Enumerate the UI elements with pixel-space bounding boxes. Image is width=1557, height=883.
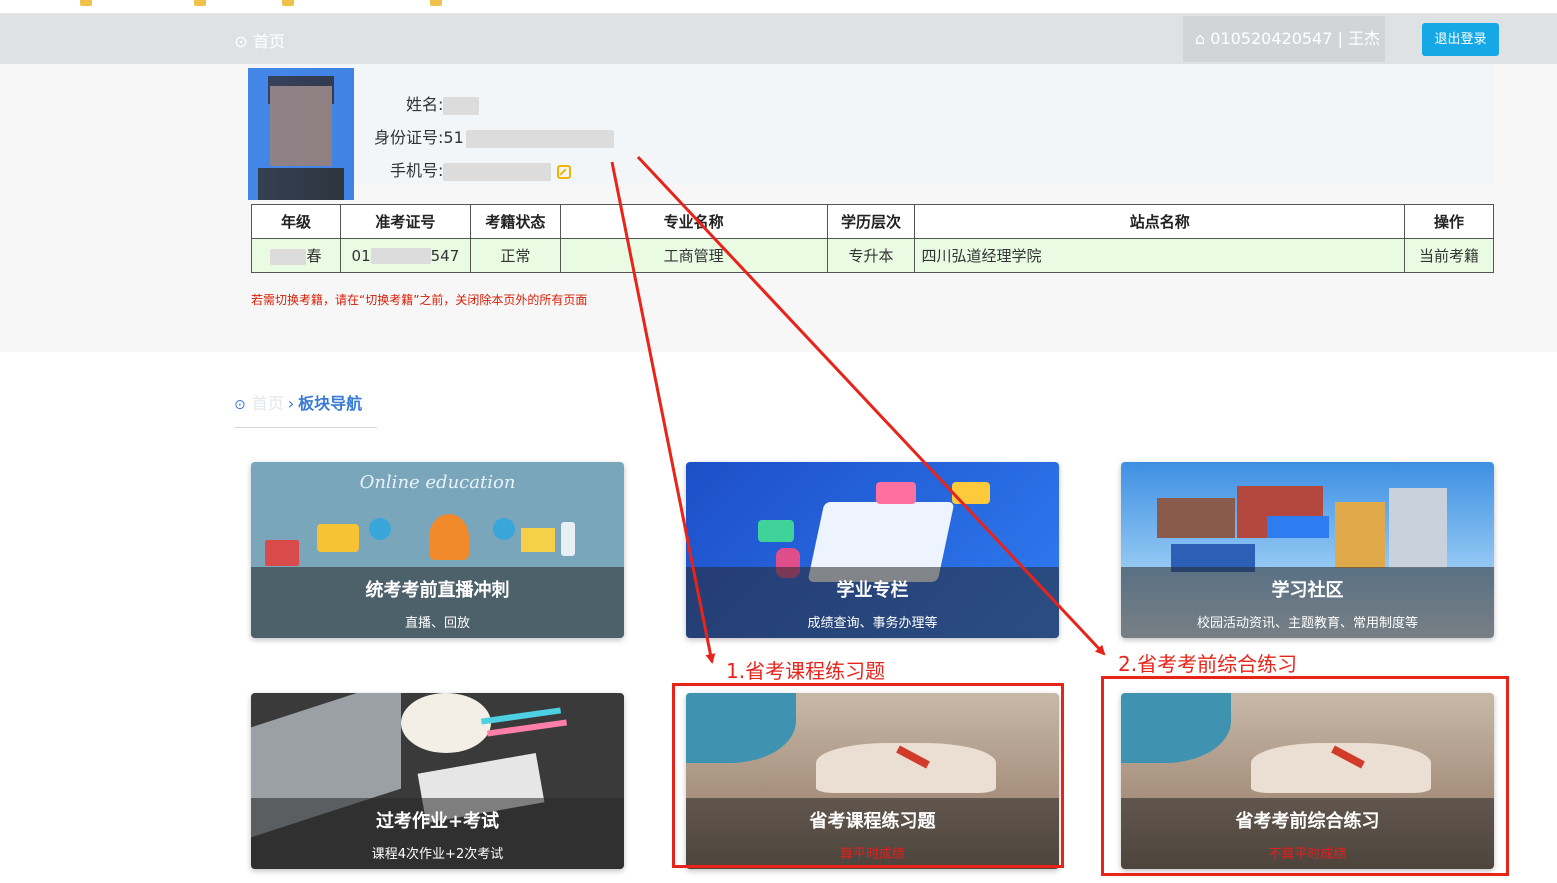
section-divider	[234, 427, 377, 428]
location-pin-icon: ⊙	[234, 397, 246, 413]
user-info-box: ⌂ 010520420547 | 王杰	[1183, 16, 1385, 62]
coffee-cup-illustration	[401, 693, 491, 753]
folder-icon	[194, 0, 206, 6]
bookmarks-bar	[0, 0, 1557, 14]
table-header-row: 年级 准考证号 考籍状态 专业名称 学历层次 站点名称 操作	[251, 204, 1494, 239]
table-row: 春 01 547 正常 工商管理 专升本 四川弘道经理学院 当前考籍	[251, 238, 1494, 273]
card-live-sprint[interactable]: Online education 统考考前直播冲刺 直播、回放	[251, 462, 624, 638]
bookmark-folder[interactable]	[194, 0, 212, 7]
col-site: 站点名称	[914, 204, 1405, 239]
col-grade: 年级	[251, 204, 341, 239]
col-level: 学历层次	[826, 204, 916, 239]
bookmark-folder[interactable]	[430, 0, 448, 7]
edit-icon[interactable]	[557, 164, 572, 179]
logout-button[interactable]: 退出登录	[1422, 23, 1499, 56]
breadcrumb-separator: ›	[287, 394, 295, 413]
card-subtitle: 校园活动资讯、主题教育、常用制度等	[1196, 616, 1418, 631]
card-homework-exam[interactable]: 过考作业+考试 课程4次作业+2次考试	[251, 693, 624, 869]
folder-icon	[430, 0, 442, 6]
card-title: 学习社区	[1271, 580, 1344, 601]
card-subtitle: 成绩查询、事务办理等	[807, 616, 938, 631]
card-subtitle: 直播、回放	[404, 616, 470, 631]
col-major: 专业名称	[559, 204, 828, 239]
card-title: 学业专栏	[836, 580, 909, 601]
top-header: ⊙ 首页 ⌂ 010520420547 | 王杰 退出登录	[0, 14, 1557, 64]
folder-icon	[282, 0, 294, 6]
card-title: 过考作业+考试	[375, 811, 500, 832]
home-icon: ⌂	[1195, 29, 1211, 48]
folder-icon	[80, 0, 92, 6]
user-info-label: 010520420547 | 王杰	[1210, 29, 1380, 48]
student-figure-illustration	[429, 514, 469, 560]
clock-tower-photo	[1389, 488, 1447, 568]
name-row: 姓名:	[406, 91, 480, 115]
card-academic-column[interactable]: 学业专栏 成绩查询、事务办理等	[686, 462, 1059, 638]
annotation-label-2: 2.省考考前综合练习	[1118, 652, 1298, 676]
campus-photo	[1335, 502, 1385, 568]
switch-notice: 若需切换考籍，请在“切换考籍”之前，关闭除本页外的所有页面	[251, 293, 588, 307]
card-learning-community[interactable]: 学习社区 校园活动资讯、主题教育、常用制度等	[1121, 462, 1494, 638]
breadcrumb-home-link[interactable]: 首页	[252, 394, 284, 413]
name-value-blurred	[443, 96, 480, 115]
grade-suffix: 春	[306, 247, 322, 265]
header-breadcrumb-label: 首页	[253, 32, 286, 51]
cell-status: 正常	[469, 238, 561, 273]
exam-no-suffix: 547	[430, 246, 460, 265]
header-breadcrumb[interactable]: ⊙ 首页	[234, 28, 285, 52]
phone-label: 手机号:	[390, 161, 444, 180]
name-label: 姓名:	[406, 95, 444, 114]
location-pin-icon: ⊙	[234, 32, 248, 51]
section-breadcrumb: ⊙ 首页 › 板块导航	[234, 390, 362, 414]
cell-level: 专升本	[826, 238, 916, 273]
bookmark-folder[interactable]	[282, 0, 300, 7]
cell-major: 工商管理	[559, 238, 828, 273]
phone-row: 手机号:	[390, 157, 572, 181]
bookmark-folder[interactable]	[80, 0, 98, 7]
cell-grade: 春	[251, 238, 341, 273]
phone-value-blurred	[443, 162, 552, 181]
card-subtitle: 课程4次作业+2次考试	[371, 847, 504, 862]
annotation-label-1: 1.省考课程练习题	[726, 659, 886, 683]
breadcrumb-current: 板块导航	[298, 394, 363, 413]
annotation-box-pre-exam-practice	[1101, 676, 1509, 876]
exam-status-table: 年级 准考证号 考籍状态 专业名称 学历层次 站点名称 操作 春 01 547 正…	[251, 204, 1494, 273]
cell-exam-no: 01 547	[339, 238, 471, 273]
current-enrollment-link[interactable]: 当前考籍	[1404, 238, 1494, 273]
avatar	[248, 68, 354, 200]
campus-photo	[1157, 498, 1235, 538]
card-title: 统考考前直播冲刺	[365, 580, 510, 601]
id-row: 身份证号:51	[374, 124, 614, 148]
annotation-box-course-practice	[672, 683, 1064, 868]
cell-site: 四川弘道经理学院	[914, 238, 1405, 273]
id-prefix: 51	[443, 128, 464, 147]
col-exam-no: 准考证号	[339, 204, 471, 239]
id-value-blurred	[465, 129, 614, 148]
id-label: 身份证号:	[374, 128, 444, 147]
exam-no-prefix: 01	[351, 246, 371, 265]
online-education-banner: Online education	[359, 472, 516, 493]
col-action: 操作	[1404, 204, 1494, 239]
col-status: 考籍状态	[469, 204, 561, 239]
